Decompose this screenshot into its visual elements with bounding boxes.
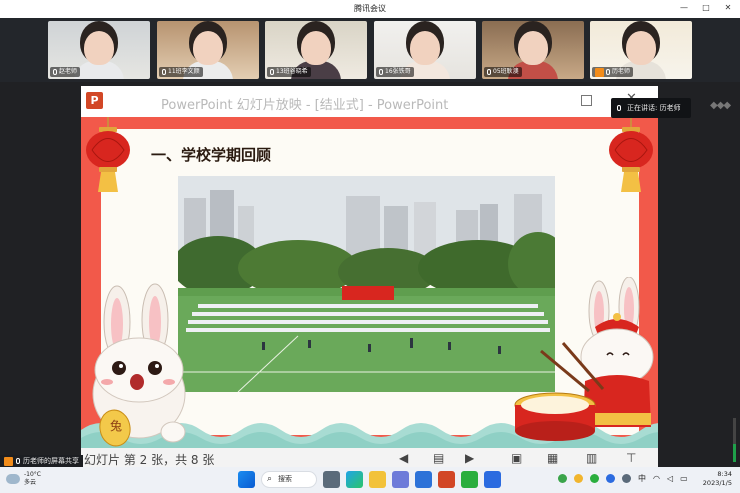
- wechat-icon[interactable]: [461, 471, 478, 488]
- weather-desc: 多云: [24, 479, 37, 486]
- input-method-indicator[interactable]: 中: [638, 473, 646, 484]
- mic-icon: [617, 105, 621, 111]
- minimize-button[interactable]: —: [678, 2, 690, 14]
- slide-sorter-icon[interactable]: ▦: [547, 451, 558, 465]
- next-slide-icon[interactable]: ▶: [465, 451, 474, 465]
- mic-icon: [53, 69, 57, 75]
- clock-date: 2023/1/5: [702, 479, 732, 487]
- mic-icon: [16, 458, 20, 464]
- file-explorer-icon[interactable]: [369, 471, 386, 488]
- participant-name: 13班谷晓希: [267, 67, 311, 77]
- tray-app-icon[interactable]: [558, 474, 567, 483]
- slideshow-icon[interactable]: ⊤: [626, 451, 636, 465]
- powerpoint-logo-icon: P: [86, 92, 103, 109]
- school-ceremony-photo: [178, 176, 555, 392]
- rabbit-drummer-icon: [514, 277, 654, 441]
- weather-temp: -10°C: [24, 471, 41, 478]
- powerpoint-title: PowerPoint 幻灯片放映 - [结业式] - PowerPoint: [161, 98, 449, 113]
- window-title: 腾讯会议: [354, 4, 386, 13]
- participant-tile[interactable]: 11班李文颜: [157, 21, 259, 79]
- participant-name: 赵老师: [50, 67, 81, 77]
- title-bar: 腾讯会议 — □ ✕: [0, 0, 740, 18]
- start-windows-icon[interactable]: [238, 471, 255, 488]
- volume-meter: [733, 418, 736, 462]
- participant-name: 05班耿澳: [484, 67, 522, 77]
- clock-time: 8:34: [717, 470, 732, 478]
- mic-icon: [606, 69, 610, 75]
- screen-share-icon: [4, 456, 13, 466]
- participant-tile[interactable]: 历老师: [590, 21, 692, 79]
- screen-share-label[interactable]: 历老师的屏幕共享: [0, 455, 83, 467]
- powerpoint-titlebar: P PowerPoint 幻灯片放映 - [结业式] - PowerPoint …: [81, 86, 658, 117]
- store-icon[interactable]: [392, 471, 409, 488]
- rabbit-left-icon: [92, 283, 186, 447]
- tencent-meeting-icon[interactable]: [484, 471, 501, 488]
- weather-widget[interactable]: -10°C 多云: [6, 471, 41, 487]
- taskbar: -10°C 多云 搜索 中 ◠ ◁ ▭ 8:34 2023/1/5: [0, 467, 740, 493]
- participant-name: 历老师: [592, 67, 634, 77]
- task-view-icon[interactable]: [323, 471, 340, 488]
- grid-view-icon[interactable]: ◆◆◆: [710, 100, 731, 111]
- lantern-left-icon: [86, 117, 130, 192]
- edge-browser-icon[interactable]: [346, 471, 363, 488]
- mic-icon: [379, 69, 383, 75]
- participant-name: 11班李文颜: [159, 67, 203, 77]
- participant-name: 16张铁哥: [376, 67, 414, 77]
- screen-share-icon: [595, 67, 604, 77]
- slideshow-toolbar: 幻灯片 第 2 张，共 8 张 ◀ ▤ ▶ ▣ ▦ ▥ ⊤: [81, 448, 658, 468]
- notes-icon[interactable]: ▤: [433, 451, 444, 465]
- close-button[interactable]: ✕: [722, 2, 734, 14]
- search-box[interactable]: 搜索: [261, 471, 317, 488]
- reading-view-icon[interactable]: ▥: [586, 451, 597, 465]
- clock[interactable]: 8:34 2023/1/5: [692, 470, 732, 488]
- tray-meeting-icon[interactable]: [606, 474, 615, 483]
- mic-icon: [270, 69, 274, 75]
- cloud-icon: [6, 474, 20, 484]
- tray-overflow-icon[interactable]: [622, 474, 631, 483]
- slide-heading: 一、学校学期回顾: [151, 146, 272, 164]
- wifi-icon[interactable]: ◠: [653, 474, 660, 483]
- rabbit-coin-label: 兔: [109, 419, 122, 433]
- mail-icon[interactable]: [415, 471, 432, 488]
- previous-slide-icon[interactable]: ◀: [399, 451, 408, 465]
- normal-view-icon[interactable]: ▣: [511, 451, 522, 465]
- participant-tile[interactable]: 赵老师: [48, 21, 150, 79]
- speaking-indicator: 正在讲话: 历老师: [611, 98, 691, 118]
- office-icon[interactable]: [438, 471, 455, 488]
- slide-counter: 幻灯片 第 2 张，共 8 张: [84, 453, 215, 467]
- participant-tile[interactable]: 16张铁哥: [374, 21, 476, 79]
- shared-screen-area: P PowerPoint 幻灯片放映 - [结业式] - PowerPoint …: [0, 82, 740, 468]
- participant-strip: 赵老师 11班李文颜 13班谷晓希 16张铁哥 05班耿澳 历老师: [0, 18, 740, 82]
- participant-tile[interactable]: 05班耿澳: [482, 21, 584, 79]
- mic-icon: [487, 69, 491, 75]
- lantern-right-icon: [609, 117, 653, 192]
- mic-icon: [162, 69, 166, 75]
- tray-wechat-icon[interactable]: [590, 474, 599, 483]
- powerpoint-window: P PowerPoint 幻灯片放映 - [结业式] - PowerPoint …: [81, 86, 658, 468]
- maximize-button[interactable]: [581, 95, 592, 106]
- battery-icon[interactable]: ▭: [680, 474, 688, 483]
- maximize-button[interactable]: □: [700, 2, 712, 14]
- participant-tile[interactable]: 13班谷晓希: [265, 21, 367, 79]
- speaker-icon[interactable]: ◁: [667, 474, 673, 483]
- tray-app-icon[interactable]: [574, 474, 583, 483]
- slide: 一、学校学期回顾 兔: [81, 117, 658, 448]
